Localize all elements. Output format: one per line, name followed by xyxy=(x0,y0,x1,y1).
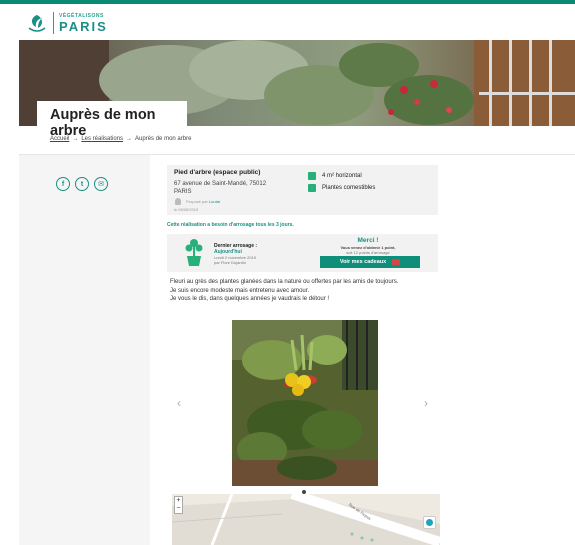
logo[interactable]: VÉGÉTALISONS PARIS xyxy=(26,12,108,34)
top-accent-bar xyxy=(0,0,575,4)
surface-label: 4 m² horizontal xyxy=(322,173,362,179)
proposed-by: Proposé par Loutar xyxy=(186,199,220,204)
proposed-user-link[interactable]: Loutar xyxy=(209,199,220,204)
facebook-icon[interactable]: f xyxy=(56,177,70,191)
surface-icon xyxy=(308,172,316,180)
locate-icon xyxy=(426,519,433,526)
plant-pot-icon xyxy=(185,239,203,266)
breadcrumb-home-link[interactable]: Accueil xyxy=(50,136,69,142)
description-line: Fleuri au grès des plantes glanées dans … xyxy=(170,279,399,285)
email-icon[interactable]: ✉ xyxy=(94,177,108,191)
zoom-out-button[interactable]: − xyxy=(175,505,182,513)
plant-icon xyxy=(308,184,316,192)
logo-separator xyxy=(53,12,54,34)
watering-box: Dernier arrosage : Aujourd'hui Lundi 2 n… xyxy=(167,234,438,272)
logo-tagline: VÉGÉTALISONS xyxy=(59,12,104,19)
location-map[interactable]: + − Rue de Picpus xyxy=(172,494,440,545)
info-box: Pied d'arbre (espace public) 67 avenue d… xyxy=(167,165,438,215)
breadcrumb-arrow-icon: → xyxy=(72,136,79,142)
carousel-next-icon[interactable]: › xyxy=(424,396,428,410)
breadcrumb-achievements-link[interactable]: Les réalisations xyxy=(81,136,123,142)
last-watering-by: par Flore Dujardin xyxy=(214,260,247,265)
description-line: Je suis encore modeste mais entretenu av… xyxy=(170,287,310,294)
description: Fleuri au grès des plantes glanées dans … xyxy=(170,278,440,304)
zoom-in-button[interactable]: + xyxy=(175,497,182,505)
watering-note: Cette réalisation a besoin d'arrosage to… xyxy=(167,222,294,228)
logo-city: PARIS xyxy=(59,18,108,34)
carousel-prev-icon[interactable]: ‹ xyxy=(177,396,181,410)
surface-feature: 4 m² horizontal xyxy=(308,172,362,180)
left-sidebar xyxy=(19,155,150,545)
points-total: soit 12 points d'arrosage xyxy=(346,250,390,255)
breadcrumb: Accueil → Les réalisations → Auprès de mon a… xyxy=(50,136,191,142)
plants-feature: Plantes comestibles xyxy=(308,184,375,192)
plants-label: Plantes comestibles xyxy=(322,185,376,191)
proposed-date: le 05/05/2019 xyxy=(174,207,199,212)
address: 67 avenue de Saint-Mandé, 75012 PARIS xyxy=(174,181,267,195)
location-type: Pied d'arbre (espace public) xyxy=(174,169,261,176)
user-icon xyxy=(175,198,181,205)
view-gifts-label: Voir mes cadeaux xyxy=(339,259,387,265)
page-title: Auprès de mon arbre xyxy=(50,107,156,139)
carousel-photo xyxy=(232,320,378,486)
twitter-icon[interactable]: t xyxy=(75,177,89,191)
gift-icon xyxy=(392,259,401,265)
breadcrumb-arrow-icon: → xyxy=(126,136,133,142)
breadcrumb-current: Auprès de mon arbre xyxy=(135,136,192,142)
leaf-logo-icon xyxy=(28,15,46,32)
thanks-heading: Merci ! xyxy=(357,237,379,244)
page-title-box: Auprès de mon arbre xyxy=(37,101,187,139)
proposed-label: Proposé par xyxy=(186,199,208,204)
social-share: f t ✉ xyxy=(56,177,108,191)
locate-button[interactable] xyxy=(423,516,436,529)
map-zoom-control: + − xyxy=(174,496,183,514)
view-gifts-button[interactable]: Voir mes cadeaux xyxy=(320,256,420,268)
description-line: Je vous le dis, dans quelques années je … xyxy=(170,296,330,303)
